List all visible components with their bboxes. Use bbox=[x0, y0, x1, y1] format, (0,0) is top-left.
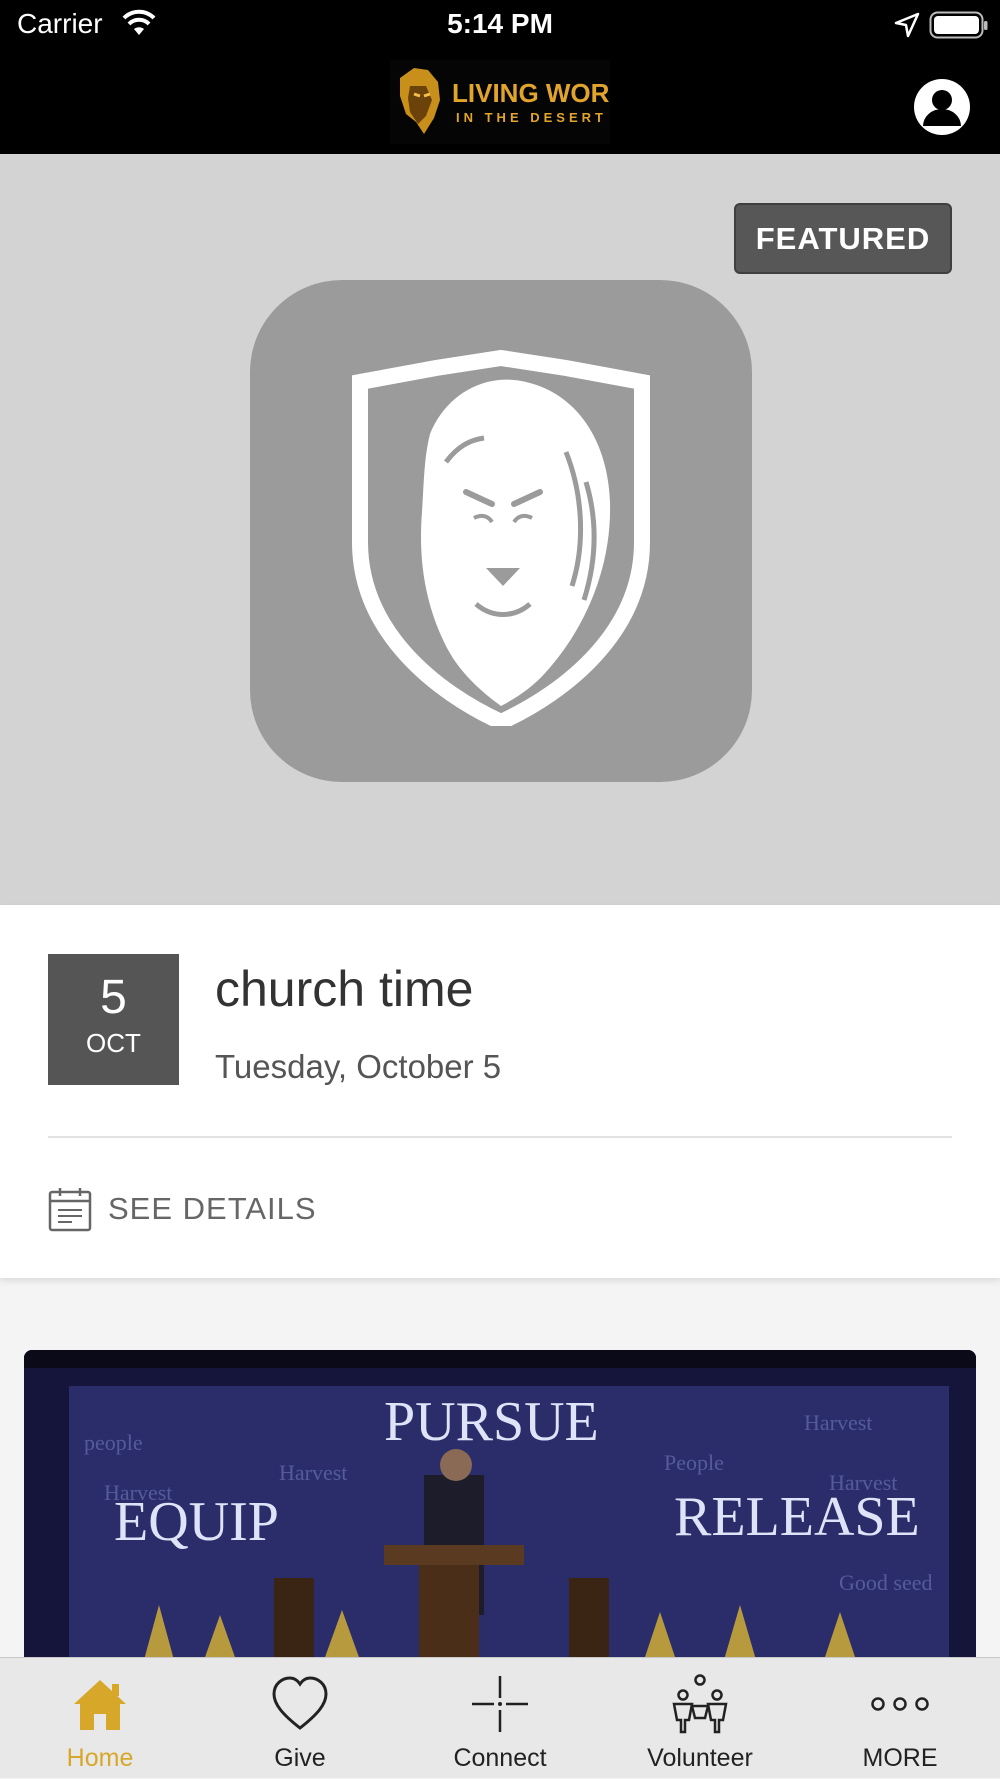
svg-text:EQUIP: EQUIP bbox=[114, 1491, 279, 1553]
event-date-box: 5 OCT bbox=[48, 954, 179, 1085]
clock: 5:14 PM bbox=[447, 8, 553, 39]
lion-shield-icon bbox=[352, 349, 650, 726]
divider bbox=[48, 1136, 952, 1138]
event-date-text: Tuesday, October 5 bbox=[215, 1048, 502, 1085]
bottom-tab-bar: Home Give Connect Volunteer MORE bbox=[0, 1657, 1000, 1778]
heart-icon bbox=[272, 1676, 328, 1730]
sermon-video-card[interactable]: people Harvest Harvest Harvest Harvest G… bbox=[24, 1350, 976, 1660]
event-day: 5 bbox=[100, 971, 127, 1024]
svg-text:People: People bbox=[664, 1450, 724, 1475]
svg-text:Harvest: Harvest bbox=[804, 1410, 872, 1435]
svg-text:LIVING WORD: LIVING WORD bbox=[452, 78, 610, 108]
people-icon bbox=[672, 1674, 728, 1734]
profile-icon[interactable] bbox=[913, 78, 971, 136]
event-month: OCT bbox=[86, 1028, 141, 1058]
event-title: church time bbox=[215, 961, 474, 1017]
svg-text:IN THE DESERT: IN THE DESERT bbox=[456, 110, 607, 125]
svg-text:RELEASE: RELEASE bbox=[674, 1486, 920, 1548]
svg-text:Good seed: Good seed bbox=[839, 1570, 932, 1595]
svg-text:PURSUE: PURSUE bbox=[384, 1391, 599, 1453]
svg-text:people: people bbox=[84, 1430, 143, 1455]
tab-more[interactable]: MORE bbox=[800, 1658, 1000, 1779]
tab-home[interactable]: Home bbox=[0, 1658, 200, 1779]
lion-shield-logo bbox=[250, 280, 752, 782]
location-arrow-icon bbox=[894, 12, 920, 38]
tab-give-label: Give bbox=[274, 1744, 326, 1772]
featured-badge: FEATURED bbox=[734, 203, 952, 274]
tab-volunteer-label: Volunteer bbox=[647, 1744, 753, 1772]
tab-more-label: MORE bbox=[862, 1744, 938, 1772]
home-icon bbox=[74, 1680, 126, 1730]
top-nav-bar: LIVING WORD IN THE DESERT bbox=[0, 50, 1000, 154]
tab-connect-label: Connect bbox=[453, 1744, 547, 1772]
crosshair-icon bbox=[472, 1676, 528, 1732]
calendar-icon bbox=[48, 1188, 92, 1232]
more-icon bbox=[871, 1697, 929, 1711]
church-logo[interactable]: LIVING WORD IN THE DESERT bbox=[390, 60, 610, 144]
svg-text:Harvest: Harvest bbox=[279, 1460, 347, 1485]
tab-home-label: Home bbox=[66, 1744, 134, 1772]
sermon-thumbnail: people Harvest Harvest Harvest Harvest G… bbox=[24, 1350, 976, 1660]
tab-volunteer[interactable]: Volunteer bbox=[600, 1658, 800, 1779]
tab-give[interactable]: Give bbox=[200, 1658, 400, 1779]
battery-icon bbox=[929, 11, 988, 39]
see-details-label: SEE DETAILS bbox=[108, 1191, 317, 1226]
tab-connect[interactable]: Connect bbox=[400, 1658, 600, 1779]
featured-hero[interactable]: FEATURED bbox=[0, 154, 1000, 905]
event-card[interactable]: 5 OCT church time Tuesday, October 5 SEE… bbox=[0, 905, 1000, 1278]
status-bar: Carrier 5:14 PM bbox=[0, 0, 1000, 50]
see-details-button[interactable]: SEE DETAILS bbox=[48, 1185, 317, 1233]
